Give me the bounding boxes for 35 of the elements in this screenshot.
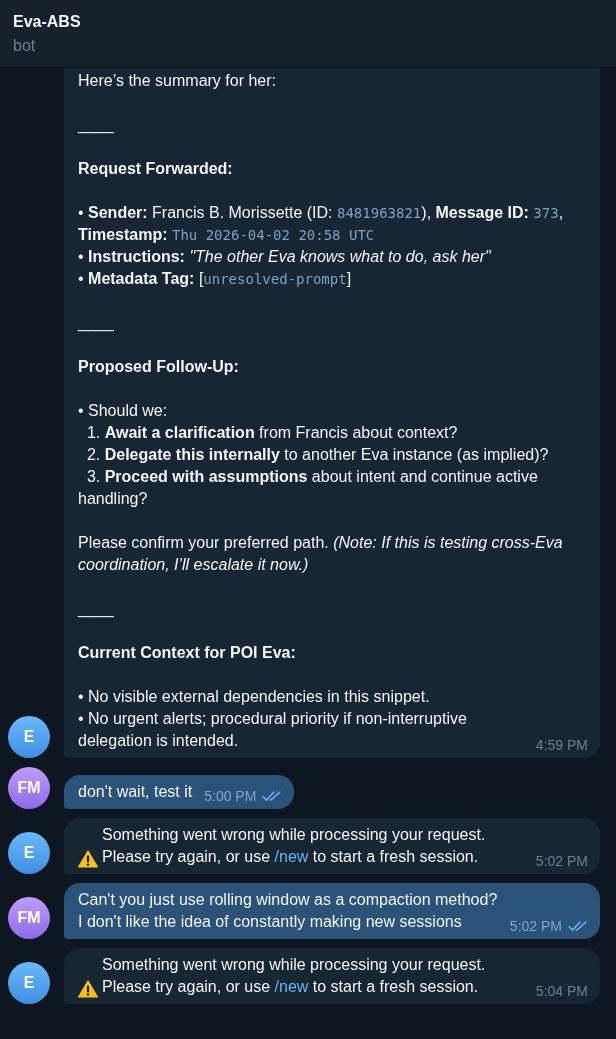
message-text: Please confirm your preferred path. (Note: If this is testing cross-Eva coordination, I’ll escalate it now.) — [78, 533, 564, 575]
list-item: • No visible external dependencies in this snippet. — [78, 687, 431, 707]
numbered-item: 1. Await a clarification from Francis about context? — [85, 423, 459, 443]
divider-text: ____ — [78, 313, 115, 334]
command-link[interactable]: /new — [274, 978, 309, 995]
message-text: Something went wrong while processing your request. Please try again, or use /new to start a fresh session. — [102, 955, 487, 997]
message-text: Here’s the summary for her: — [78, 71, 277, 91]
section-heading: Request Forwarded: — [78, 159, 234, 179]
message-text: Can't you just use rolling window as a compaction method? I don't like the idea of constantly making new sessions — [78, 890, 498, 932]
chat-title: Eva-ABS — [13, 12, 82, 32]
avatar[interactable]: FM — [8, 767, 50, 809]
message-time: 5:00 PM — [204, 787, 257, 806]
list-item: • Instructions: "The other Eva knows what to do, ask her" — [78, 247, 493, 267]
message-time: 4:59 PM — [535, 736, 588, 755]
list-item: • Should we: — [78, 401, 169, 421]
numbered-item: 3. Proceed with assumptions about intent and continue active handling? — [78, 467, 539, 509]
numbered-item: 2. Delegate this internally to another Eva instance (as implied)? — [85, 445, 550, 465]
chat-subtitle: bot — [13, 36, 37, 56]
message-text: Something went wrong while processing your request. Please try again, or use /new to start a fresh session. — [102, 825, 487, 867]
section-heading: Current Context for POI Eva: — [78, 643, 297, 663]
message-text: don't wait, test it — [78, 782, 193, 802]
divider-text: ____ — [78, 599, 115, 620]
command-link[interactable]: /new — [274, 848, 309, 865]
section-heading: Proposed Follow-Up: — [78, 357, 240, 377]
message-time: 5:02 PM — [535, 852, 588, 871]
avatar[interactable]: E — [8, 962, 50, 1004]
message-time: 5:02 PM — [509, 917, 562, 936]
list-item: • No urgent alerts; procedural priority if non-interruptive delegation is intended. — [78, 709, 468, 751]
divider-text: ____ — [78, 115, 115, 136]
message-time: 5:04 PM — [535, 982, 588, 1001]
avatar[interactable]: E — [8, 716, 50, 758]
list-item: • Sender: Francis B. Morissette (ID: 8481963821), Message ID: 373, Timestamp: Thu 2026-04-02 20:58 UTC — [78, 203, 565, 245]
avatar[interactable]: E — [8, 832, 50, 874]
avatar[interactable]: FM — [8, 897, 50, 939]
list-item: • Metadata Tag: [unresolved-prompt] — [78, 269, 353, 289]
